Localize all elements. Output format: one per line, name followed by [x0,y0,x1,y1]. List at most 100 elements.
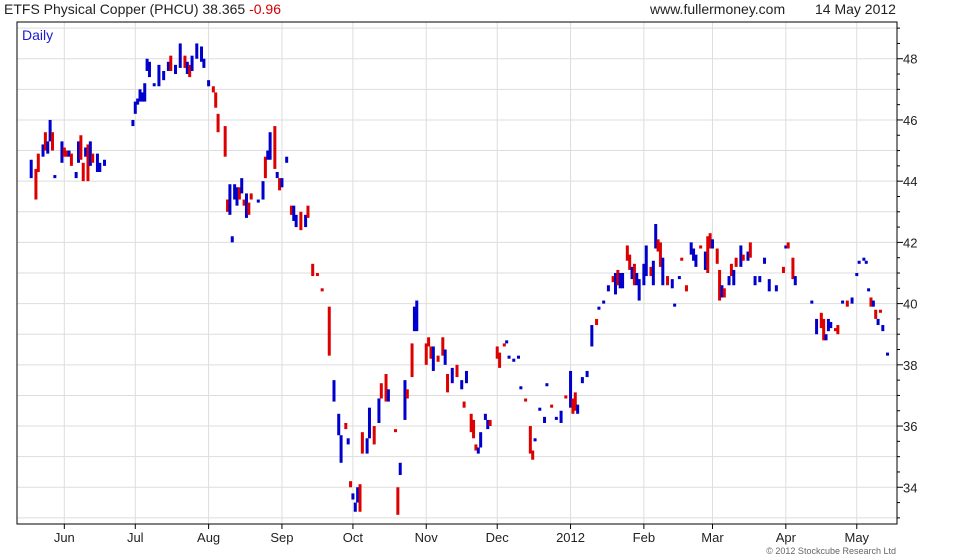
down-bar [564,395,568,399]
up-bar [543,416,547,423]
up-bar [147,61,151,78]
down-bar [436,355,440,362]
down-bar [455,364,459,378]
y-tick-label: 36 [903,419,917,434]
up-bar [810,300,814,304]
up-bar [850,297,854,304]
up-bar [403,380,407,420]
up-bar [268,132,272,160]
x-tick-label: Aug [197,530,220,545]
up-bar [483,413,487,420]
down-bar [306,205,310,218]
x-tick-label: Feb [633,530,655,545]
up-bar [590,325,594,347]
down-bar [531,450,535,460]
down-bar [680,257,684,261]
up-bar [767,279,771,292]
up-bar [443,349,447,365]
up-bar [538,407,542,411]
up-bar [332,380,336,402]
up-bar [621,273,625,289]
up-bar [460,380,464,390]
down-bar [36,153,40,172]
down-bar [528,426,532,454]
down-bar [211,86,215,93]
up-bar [339,435,343,463]
up-bar [505,340,509,344]
down-bar [393,429,397,433]
up-bar [763,257,767,264]
up-bar [195,43,199,59]
down-bar [311,263,315,277]
up-bar [554,416,558,420]
down-bar [446,374,450,393]
y-tick-label: 38 [903,358,917,373]
up-bar [533,438,537,442]
down-bar [666,276,670,286]
up-bar [651,260,655,286]
up-bar [386,389,390,402]
up-bar [207,80,211,87]
down-bar [315,273,319,277]
down-bar [358,484,362,512]
x-tick-label: Nov [415,530,439,545]
up-bar [178,43,182,68]
up-bar [398,462,402,476]
up-bar [346,438,350,445]
down-bar [734,257,738,267]
down-bar [379,383,383,399]
up-bar [545,383,549,387]
down-bar [748,242,752,258]
up-bar [597,306,601,310]
down-bar [405,389,409,399]
x-tick-label: Jul [127,530,144,545]
up-bar [774,285,778,292]
down-bar [79,135,83,160]
up-bar [867,288,871,292]
down-bar [69,153,73,166]
up-bar [857,260,861,264]
y-tick-label: 34 [903,480,917,495]
y-tick-label: 46 [903,113,917,128]
up-bar [29,159,33,179]
up-bar [365,438,369,454]
up-bar [415,300,419,332]
down-bar [524,398,528,402]
up-bar [876,318,880,326]
up-bar [152,83,156,87]
up-bar [351,493,355,500]
x-tick-label: May [845,530,870,545]
down-bar [781,266,785,273]
up-bar [644,245,648,277]
up-bar [157,64,161,87]
down-bar [699,245,703,249]
down-bar [845,300,849,307]
up-bar [841,300,845,304]
up-bar [753,276,757,286]
up-bar [576,404,580,414]
up-bar [479,432,483,448]
x-tick-label: Jun [54,530,75,545]
grid-layer [17,22,897,524]
up-bar [637,279,641,301]
up-bar [256,199,260,203]
up-bar [673,303,677,307]
down-bar [223,126,227,157]
down-bar [372,426,376,445]
up-bar [431,346,435,371]
up-bar [240,178,244,194]
up-bar [758,276,762,283]
up-bar [275,171,279,179]
down-bar [91,153,95,163]
down-bar [472,419,476,439]
down-bar [836,325,840,335]
y-tick-label: 42 [903,235,917,250]
period-label: Daily [22,27,53,43]
up-bar [131,119,135,127]
up-bar [294,214,298,228]
down-bar [502,343,506,347]
down-bar [550,404,554,408]
down-bar [50,132,54,151]
down-bar [216,113,220,133]
down-bar [360,432,364,454]
